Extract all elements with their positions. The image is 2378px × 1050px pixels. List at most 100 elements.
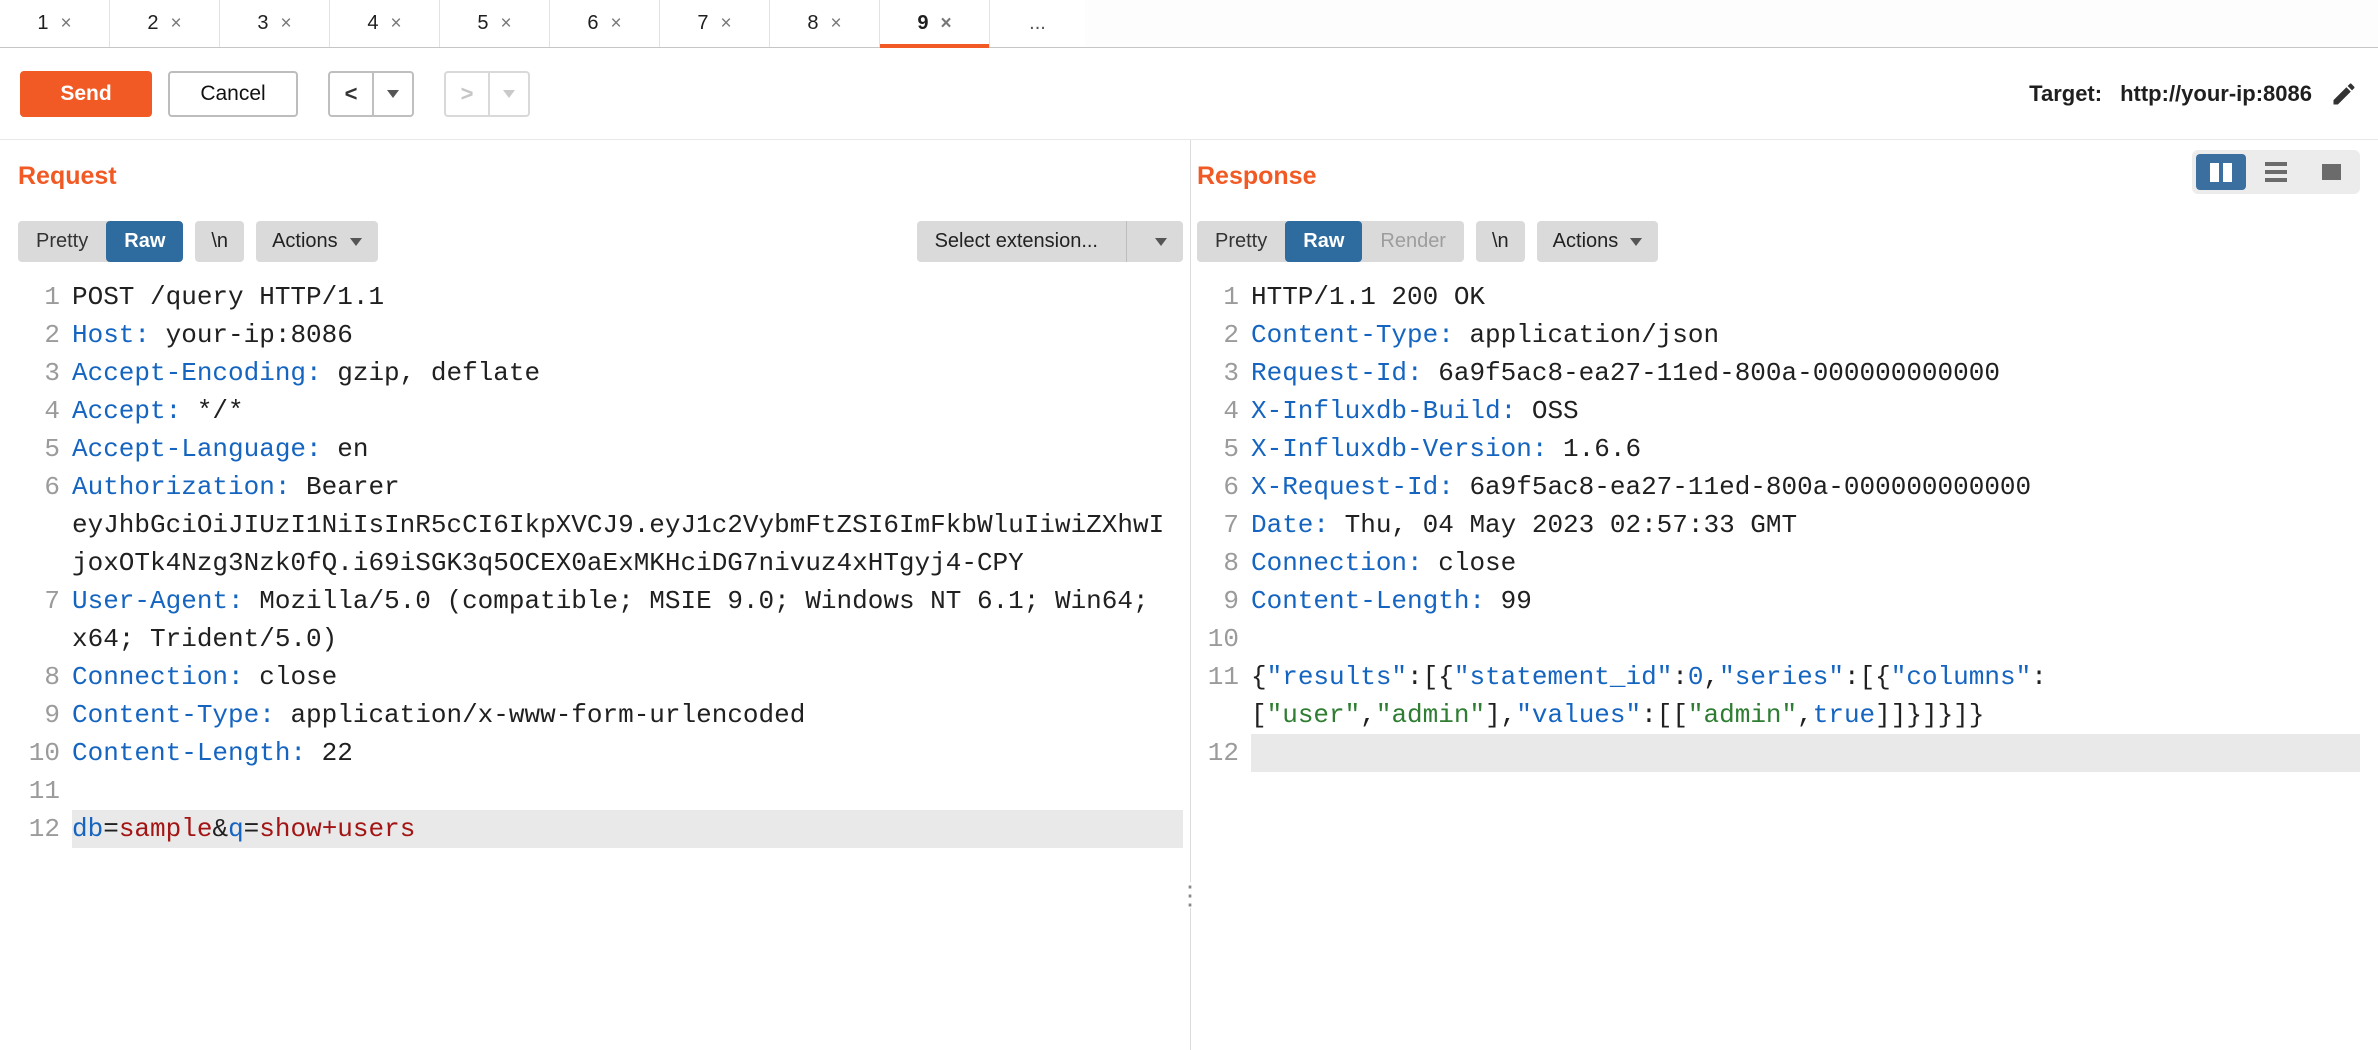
code-line[interactable]: 4Accept: */*	[18, 392, 1183, 430]
response-tab-raw[interactable]: Raw	[1285, 221, 1362, 262]
response-actions-button[interactable]: Actions	[1537, 221, 1659, 262]
more-tabs-button[interactable]: ...	[990, 0, 1085, 47]
line-content[interactable]: Content-Length: 22	[72, 734, 1183, 772]
code-line[interactable]: 7 User-Agent: Mozilla/5.0 (compatible; MS…	[18, 582, 1183, 658]
line-content[interactable]: User-Agent: Mozilla/5.0 (compatible; MSI…	[72, 582, 1183, 658]
repeater-tab-4[interactable]: 4 ×	[330, 0, 440, 47]
request-editor[interactable]: 1 POST /query HTTP/1.12Host: your-ip:8086…	[18, 278, 1183, 848]
select-extension-label: Select extension...	[917, 221, 1114, 262]
chevron-down-icon	[1630, 238, 1642, 246]
cancel-button[interactable]: Cancel	[168, 71, 298, 117]
close-icon[interactable]: ×	[171, 13, 182, 35]
code-line[interactable]: 1 POST /query HTTP/1.1	[18, 278, 1183, 316]
layout-single-button[interactable]	[2306, 154, 2356, 190]
code-line[interactable]: 1HTTP/1.1 200 OK	[1197, 278, 2360, 316]
code-line[interactable]: 11	[18, 772, 1183, 810]
code-line[interactable]: 2Content-Type: application/json	[1197, 316, 2360, 354]
response-tab-render[interactable]: Render	[1362, 221, 1464, 262]
code-line[interactable]: 4X-Influxdb-Build: OSS	[1197, 392, 2360, 430]
repeater-tab-7[interactable]: 7 ×	[660, 0, 770, 47]
chevron-down-icon	[350, 238, 362, 246]
line-content[interactable]: Authorization: Bearer eyJhbGciOiJIUzI1Ni…	[72, 468, 1183, 582]
tab-label: 6	[587, 12, 598, 35]
code-line[interactable]: 5X-Influxdb-Version: 1.6.6	[1197, 430, 2360, 468]
code-line[interactable]: 9Content-Type: application/x-www-form-ur…	[18, 696, 1183, 734]
line-content[interactable]: db=sample&q=show+users	[72, 810, 1183, 848]
close-icon[interactable]: ×	[611, 13, 622, 35]
repeater-tab-5[interactable]: 5 ×	[440, 0, 550, 47]
send-button[interactable]: Send	[20, 71, 152, 117]
line-content[interactable]: X-Request-Id: 6a9f5ac8-ea27-11ed-800a-00…	[1251, 468, 2360, 506]
code-line[interactable]: 10	[1197, 620, 2360, 658]
request-newline-toggle[interactable]: \n	[195, 221, 244, 262]
repeater-tab-9-active[interactable]: 9 ×	[880, 0, 990, 47]
layout-rows-button[interactable]	[2251, 154, 2301, 190]
line-content[interactable]: POST /query HTTP/1.1	[72, 278, 1183, 316]
line-content[interactable]: Accept-Encoding: gzip, deflate	[72, 354, 1183, 392]
line-content[interactable]	[1251, 734, 2360, 772]
line-content[interactable]: {"results":[{"statement_id":0,"series":[…	[1251, 658, 2360, 734]
close-icon[interactable]: ×	[721, 13, 732, 35]
code-line[interactable]: 2Host: your-ip:8086	[18, 316, 1183, 354]
history-back-group: <	[328, 71, 414, 117]
close-icon[interactable]: ×	[61, 13, 72, 35]
line-content[interactable]: HTTP/1.1 200 OK	[1251, 278, 2360, 316]
code-line[interactable]: 8Connection: close	[18, 658, 1183, 696]
repeater-tab-8[interactable]: 8 ×	[770, 0, 880, 47]
line-content[interactable]: Date: Thu, 04 May 2023 02:57:33 GMT	[1251, 506, 2360, 544]
line-content[interactable]: Content-Length: 99	[1251, 582, 2360, 620]
code-line[interactable]: 8Connection: close	[1197, 544, 2360, 582]
code-line[interactable]: 6X-Request-Id: 6a9f5ac8-ea27-11ed-800a-0…	[1197, 468, 2360, 506]
line-number: 12	[1197, 734, 1239, 772]
line-content[interactable]	[1251, 620, 2360, 658]
line-number: 7	[18, 582, 60, 620]
line-content[interactable]: Connection: close	[72, 658, 1183, 696]
line-content[interactable]: Accept: */*	[72, 392, 1183, 430]
request-tab-pretty[interactable]: Pretty	[18, 221, 106, 262]
code-line[interactable]: 12	[1197, 734, 2360, 772]
line-content[interactable]: Content-Type: application/json	[1251, 316, 2360, 354]
response-tab-pretty[interactable]: Pretty	[1197, 221, 1285, 262]
line-number: 1	[18, 278, 60, 316]
line-content[interactable]	[72, 772, 1183, 810]
panel-splitter[interactable]: ⋮	[1183, 140, 1197, 1050]
code-line[interactable]: 3Accept-Encoding: gzip, deflate	[18, 354, 1183, 392]
forward-button[interactable]: >	[444, 71, 490, 117]
request-tab-raw[interactable]: Raw	[106, 221, 183, 262]
close-icon[interactable]: ×	[281, 13, 292, 35]
request-view-mode-group: Pretty Raw	[18, 221, 183, 262]
request-subtabs: Pretty Raw \n Actions Select extension..…	[18, 221, 1183, 262]
code-line[interactable]: 11{"results":[{"statement_id":0,"series"…	[1197, 658, 2360, 734]
line-content[interactable]: Content-Type: application/x-www-form-url…	[72, 696, 1183, 734]
code-line[interactable]: 10Content-Length: 22	[18, 734, 1183, 772]
code-line[interactable]: 9Content-Length: 99	[1197, 582, 2360, 620]
response-newline-toggle[interactable]: \n	[1476, 221, 1525, 262]
repeater-tab-1[interactable]: 1 ×	[0, 0, 110, 47]
line-content[interactable]: Host: your-ip:8086	[72, 316, 1183, 354]
close-icon[interactable]: ×	[501, 13, 512, 35]
edit-target-icon[interactable]	[2330, 80, 2358, 108]
close-icon[interactable]: ×	[391, 13, 402, 35]
response-editor[interactable]: 1HTTP/1.1 200 OK2Content-Type: applicati…	[1197, 278, 2360, 772]
repeater-tab-2[interactable]: 2 ×	[110, 0, 220, 47]
code-line[interactable]: 7Date: Thu, 04 May 2023 02:57:33 GMT	[1197, 506, 2360, 544]
line-content[interactable]: Request-Id: 6a9f5ac8-ea27-11ed-800a-0000…	[1251, 354, 2360, 392]
request-actions-button[interactable]: Actions	[256, 221, 378, 262]
back-dropdown-button[interactable]	[374, 71, 414, 117]
select-extension-dropdown[interactable]: Select extension...	[917, 221, 1183, 262]
close-icon[interactable]: ×	[941, 13, 952, 35]
back-button[interactable]: <	[328, 71, 374, 117]
repeater-tab-3[interactable]: 3 ×	[220, 0, 330, 47]
line-content[interactable]: Accept-Language: en	[72, 430, 1183, 468]
line-content[interactable]: X-Influxdb-Build: OSS	[1251, 392, 2360, 430]
line-content[interactable]: X-Influxdb-Version: 1.6.6	[1251, 430, 2360, 468]
repeater-tab-6[interactable]: 6 ×	[550, 0, 660, 47]
forward-dropdown-button[interactable]	[490, 71, 530, 117]
close-icon[interactable]: ×	[831, 13, 842, 35]
code-line[interactable]: 6Authorization: Bearer eyJhbGciOiJIUzI1N…	[18, 468, 1183, 582]
code-line[interactable]: 5Accept-Language: en	[18, 430, 1183, 468]
code-line[interactable]: 12db=sample&q=show+users	[18, 810, 1183, 848]
code-line[interactable]: 3Request-Id: 6a9f5ac8-ea27-11ed-800a-000…	[1197, 354, 2360, 392]
layout-columns-button[interactable]	[2196, 154, 2246, 190]
line-content[interactable]: Connection: close	[1251, 544, 2360, 582]
